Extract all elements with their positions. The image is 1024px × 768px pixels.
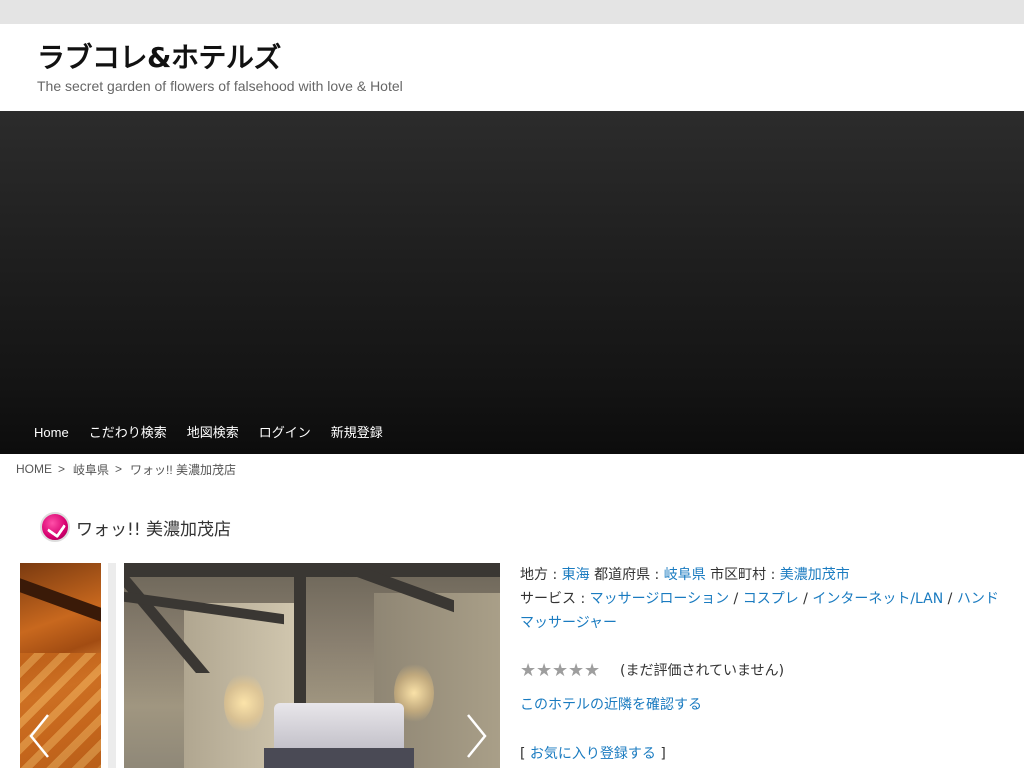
ceiling-beam [124,563,500,577]
service-link[interactable]: マッサージローション [590,591,729,607]
favorite-link[interactable]: お気に入り登録する [530,746,656,762]
rating-row: ★ ★ ★ ★ ★ (まだ評価されていません) [520,659,1010,683]
star-icon[interactable]: ★ [520,662,536,680]
star-icon[interactable]: ★ [584,662,600,680]
site-header: ラブコレ&ホテルズ The secret garden of flowers o… [0,24,1024,111]
top-bar [0,0,1024,24]
nav-register[interactable]: 新規登録 [321,420,393,446]
hotel-heading: ワォッ!! 美濃加茂店 [40,512,231,542]
gallery-slide-current[interactable] [124,563,500,768]
region-label: 地方 : [520,567,562,583]
rating-stars[interactable]: ★ ★ ★ ★ ★ [520,662,600,680]
favorite-row: [ お気に入り登録する ] [520,742,1010,766]
site-description: The secret garden of flowers of falsehoo… [37,78,403,94]
site-title[interactable]: ラブコレ&ホテルズ [37,36,281,76]
city-link[interactable]: 美濃加茂市 [780,567,850,583]
main-nav: Home こだわり検索 地図検索 ログイン 新規登録 [24,420,393,446]
breadcrumb-prefecture[interactable]: 岐阜県 [73,461,109,478]
nearby-link[interactable]: このホテルの近隣を確認する [520,697,702,713]
location-line: 地方 : 東海 都道府県 : 岐阜県 市区町村 : 美濃加茂市 [520,563,1010,587]
service-separator: / [729,591,743,607]
services-line: サービス : マッサージローション / コスプレ / インターネット/LAN /… [520,587,1010,635]
service-link[interactable]: コスプレ [743,591,799,607]
chevron-right-icon[interactable] [466,713,488,759]
city-label: 市区町村 : [705,567,780,583]
nav-map-search[interactable]: 地図検索 [177,420,249,446]
region-link[interactable]: 東海 [562,567,590,583]
services-label: サービス : [520,591,590,607]
nearby-row: このホテルの近隣を確認する [520,693,1010,717]
nav-home[interactable]: Home [24,420,79,446]
room-lamp [224,673,264,733]
rating-status: (まだ評価されていません) [620,663,785,679]
service-separator: / [798,591,813,607]
star-icon[interactable]: ★ [552,662,568,680]
breadcrumb: HOME > 岐阜県 > ワォッ!! 美濃加茂店 [0,454,1024,484]
star-icon[interactable]: ★ [536,662,552,680]
hotel-logo-icon [40,512,70,542]
breadcrumb-separator: > [115,462,123,476]
breadcrumb-home[interactable]: HOME [16,462,52,476]
favorite-bracket-open: [ [520,746,530,762]
star-icon[interactable]: ★ [568,662,584,680]
room-bed-base [264,748,414,768]
favorite-bracket-close: ] [655,746,666,762]
service-link[interactable]: インターネット/LAN [812,591,943,607]
breadcrumb-separator: > [58,462,66,476]
nav-advanced-search[interactable]: こだわり検索 [79,420,177,446]
service-separator: / [943,591,957,607]
hotel-name: ワォッ!! 美濃加茂店 [76,519,232,540]
nav-login[interactable]: ログイン [249,420,321,446]
gallery-divider [108,563,116,768]
hotel-info: 地方 : 東海 都道府県 : 岐阜県 市区町村 : 美濃加茂市 サービス : マ… [520,563,1010,766]
breadcrumb-current: ワォッ!! 美濃加茂店 [130,462,237,477]
photo-gallery [20,563,500,768]
chevron-left-icon[interactable] [28,713,50,759]
hero-banner: Home こだわり検索 地図検索 ログイン 新規登録 [0,111,1024,454]
prefecture-link[interactable]: 岐阜県 [664,567,706,583]
prefecture-label: 都道府県 : [589,567,664,583]
